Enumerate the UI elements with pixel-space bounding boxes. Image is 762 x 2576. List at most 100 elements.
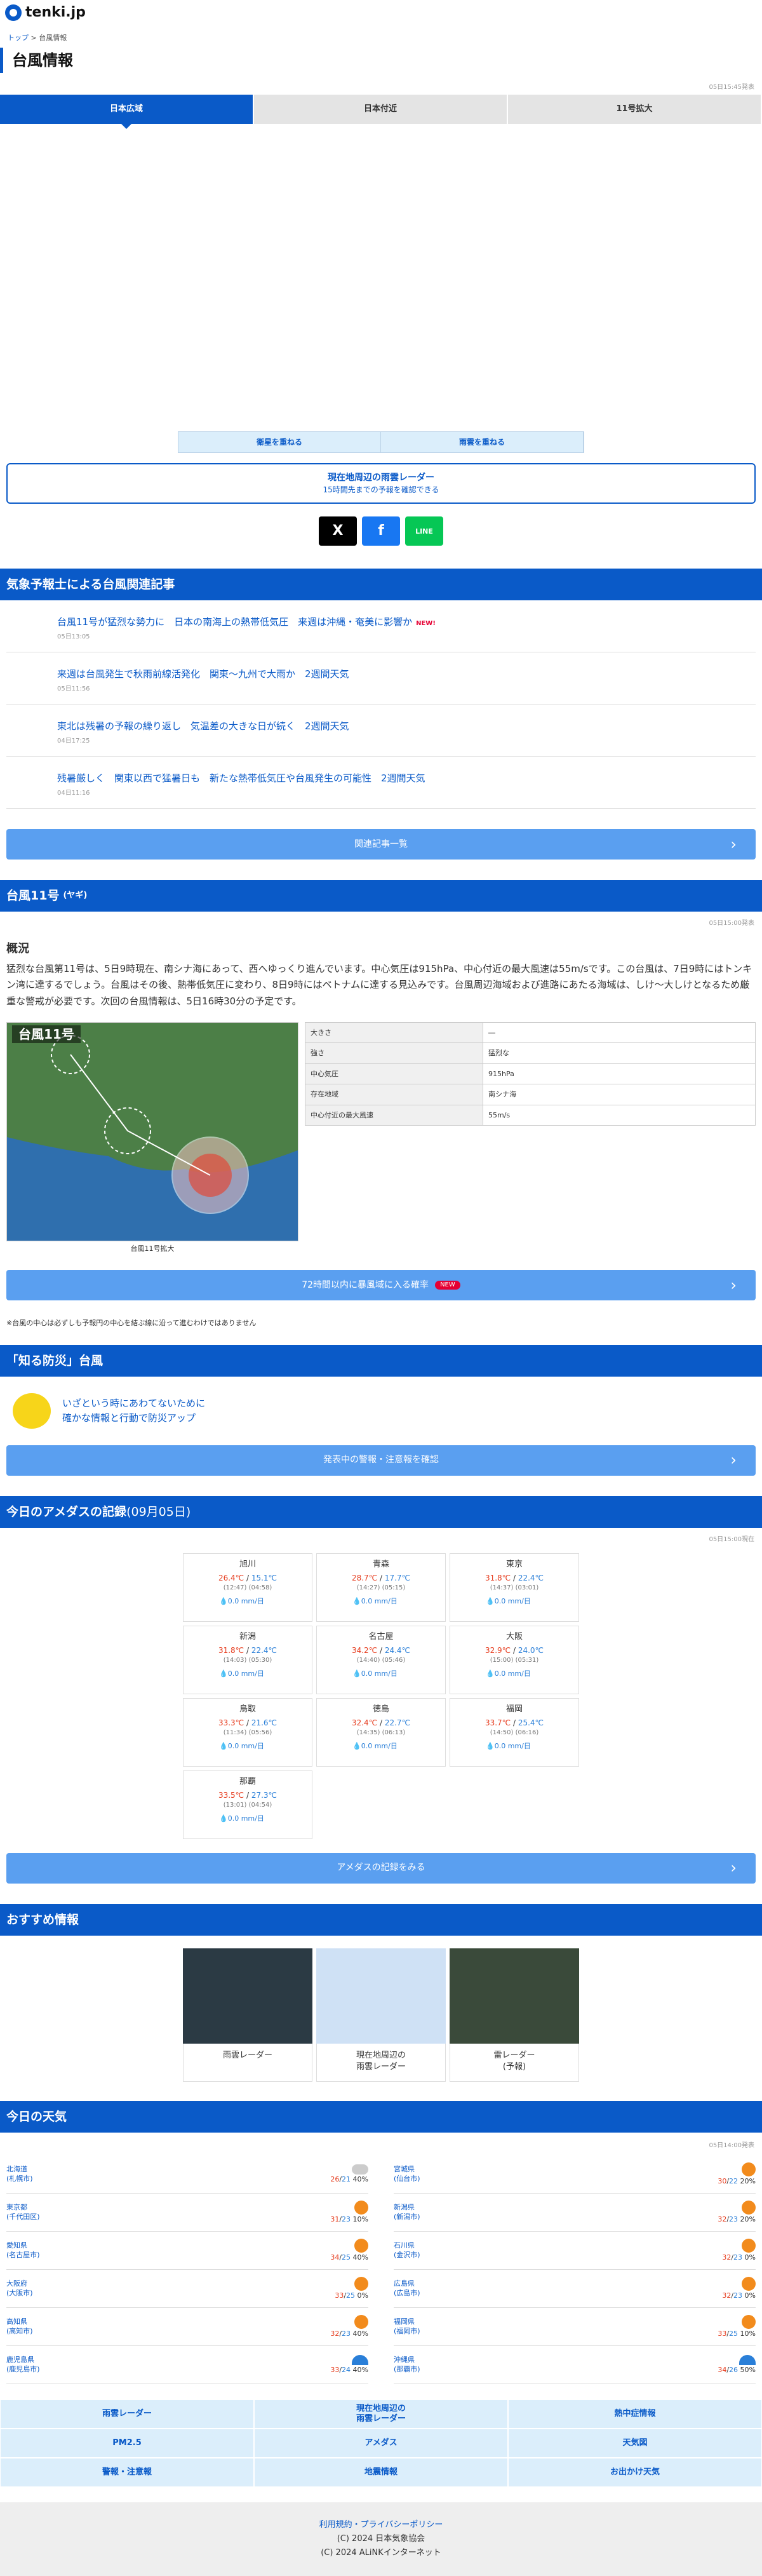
list-item[interactable]: 残暑厳しく 関東以西で猛暑日も 新たな熱帯低気圧や台風発生の可能性 2週間天気 0… [6, 757, 756, 809]
table-row[interactable]: 北海道 (札幌市) 26/21 40% [6, 2155, 368, 2194]
table-row[interactable]: 高知県 (高知市) 32/23 40% [6, 2308, 368, 2346]
weather-col-right: 宮城県 (仙台市) 30/22 20% 新潟県 (新潟市) 32/23 20% 石川県(… [394, 2155, 756, 2384]
footer: 利用規約・プライバシーポリシー (C) 2024 日本気象協会 (C) 2024… [0, 2502, 762, 2576]
nav-pm25[interactable]: PM2.5 [0, 2428, 254, 2458]
nav-amedas[interactable]: アメダス [254, 2428, 508, 2458]
amedas-card[interactable]: 旭川 26.4℃ / 15.1℃ (12:47) (04:58) 💧0.0 mm/日 [183, 1553, 312, 1622]
nav-weather-map[interactable]: 天気図 [508, 2428, 762, 2458]
amedas-card[interactable]: 東京 31.8℃ / 22.4℃ (14:37) (03:01) 💧0.0 mm/日 [450, 1553, 579, 1622]
breadcrumb: トップ > 台風情報 [8, 34, 67, 42]
rain-drop-icon: 💧0.0 mm/日 [352, 1669, 398, 1678]
table-row[interactable]: 広島県 (広島市) 32/23 0% [394, 2270, 756, 2308]
list-item[interactable]: 台風11号が猛烈な勢力に 日本の南海上の熱帯低気圧 来週は沖縄・奄美に影響か NE… [6, 600, 756, 653]
rain-drop-icon: 💧0.0 mm/日 [486, 1596, 531, 1605]
recommend-card[interactable]: 現在地周辺の 雨雲レーダー [316, 1948, 446, 2082]
list-item[interactable]: 来週は台風発生で秋雨前線活発化 関東〜九州で大雨か 2週間天気 05日11:56 [6, 652, 756, 705]
sun-icon [742, 2200, 756, 2215]
typhoon-info-table: 大きさ ― 強さ 猛烈な 中心気圧 915hPa 存在地域 南シナ海 中心付近の最大風速… [305, 1022, 756, 1256]
amedas-card[interactable]: 徳島 32.4℃ / 22.7℃ (14:35) (06:13) 💧0.0 mm/日 [316, 1697, 446, 1767]
bird-mascot-icon [13, 1393, 51, 1429]
sun-icon [742, 2276, 756, 2291]
storm-probability-button[interactable]: 72時間以内に暴風域に入る確率 NEW [6, 1270, 756, 1301]
sun-icon [742, 2314, 756, 2329]
rain-drop-icon: 💧0.0 mm/日 [219, 1814, 264, 1823]
amedas-card[interactable]: 鳥取 33.3℃ / 21.6℃ (11:34) (05:56) 💧0.0 mm/日 [183, 1697, 312, 1767]
logo-icon [5, 4, 22, 21]
typhoon-map[interactable] [0, 124, 762, 431]
sun-icon [354, 2314, 368, 2329]
table-row[interactable]: 東京都 (千代田区) 31/23 10% [6, 2194, 368, 2232]
recommend-card[interactable]: 雨雲レーダー [183, 1948, 312, 2082]
amedas-card[interactable]: 大阪 32.9℃ / 24.0℃ (15:00) (05:31) 💧0.0 mm/日 [450, 1625, 579, 1694]
terms-link[interactable]: 利用規約・プライバシーポリシー [319, 2519, 443, 2531]
table-row[interactable]: 新潟県 (新潟市) 32/23 20% [394, 2194, 756, 2232]
nav-rain-radar[interactable]: 雨雲レーダー [0, 2399, 254, 2429]
amedas-card[interactable]: 名古屋 34.2℃ / 24.4℃ (14:40) (05:46) 💧0.0 mm/日 [316, 1625, 446, 1694]
table-row[interactable]: 鹿児島県 (鹿児島市) 33/24 40% [6, 2346, 368, 2384]
share-buttons: X f LINE [0, 516, 762, 546]
recommend-list: 雨雲レーダー 現在地周辺の 雨雲レーダー 雷レーダー (予報) [0, 1948, 762, 2082]
table-row[interactable]: 愛知県 (名古屋市) 34/25 40% [6, 2232, 368, 2270]
rain-drop-icon: 💧0.0 mm/日 [486, 1669, 531, 1678]
section-today: 今日の天気 [0, 2100, 762, 2133]
logo[interactable]: tenki.jp [0, 0, 762, 25]
facebook-share-button[interactable]: f [362, 516, 400, 546]
umbrella-icon [739, 2354, 756, 2365]
tab-japan-near[interactable]: 日本付近 [254, 95, 508, 125]
local-radar-button[interactable]: 現在地周辺の雨雲レーダー 15時間先までの予報を確認できる [6, 463, 756, 504]
amedas-card[interactable]: 福岡 33.7℃ / 25.4℃ (14:50) (06:16) 💧0.0 mm/日 [450, 1697, 579, 1767]
rain-drop-icon: 💧0.0 mm/日 [219, 1596, 264, 1605]
typhoon-track-svg [7, 1023, 298, 1241]
table-row: 存在地域 南シナ海 [305, 1084, 756, 1105]
nav-warnings[interactable]: 警報・注意報 [0, 2457, 254, 2487]
typhoon-zoom-map[interactable]: 台風11号 [6, 1022, 298, 1242]
breadcrumb-top[interactable]: トップ [8, 34, 29, 42]
table-row[interactable]: 福岡県 (福岡市) 33/25 10% [394, 2308, 756, 2346]
x-share-button[interactable]: X [319, 516, 357, 546]
amedas-more-button[interactable]: アメダスの記録をみる [6, 1852, 756, 1884]
table-row: 中心気圧 915hPa [305, 1063, 756, 1085]
nav-heatstroke[interactable]: 熱中症情報 [508, 2399, 762, 2429]
page-title: 台風情報 [0, 48, 762, 74]
sun-icon [354, 2238, 368, 2253]
amedas-card[interactable]: 青森 28.7℃ / 17.7℃ (14:27) (05:15) 💧0.0 mm/日 [316, 1553, 446, 1622]
rain-drop-icon: 💧0.0 mm/日 [352, 1596, 398, 1605]
nav-local-radar[interactable]: 現在地周辺の 雨雲レーダー [254, 2399, 508, 2429]
sun-icon [742, 2162, 756, 2176]
recommend-card[interactable]: 雷レーダー (予報) [450, 1948, 579, 2082]
table-row[interactable]: 石川県 (金沢市) 32/23 0% [394, 2232, 756, 2270]
amedas-card[interactable]: 新潟 31.8℃ / 22.4℃ (14:03) (05:30) 💧0.0 mm/日 [183, 1625, 312, 1694]
tab-11-zoom[interactable]: 11号拡大 [508, 95, 762, 125]
bosai-link[interactable]: いざという時にあわてないために 確かな情報と行動で防災アップ [0, 1377, 762, 1445]
timestamp: 05日15:45発表 [709, 84, 754, 91]
radar-map-thumbnail [183, 1948, 312, 2044]
rain-drop-icon: 💧0.0 mm/日 [219, 1669, 264, 1678]
cloud-icon [352, 2164, 368, 2175]
thunder-radar-thumbnail [450, 1948, 579, 2044]
overview-heading: 概況 [6, 942, 29, 956]
table-row: 大きさ ― [305, 1022, 756, 1044]
tab-japan-wide[interactable]: 日本広域 [0, 95, 254, 130]
amedas-card[interactable]: 那覇 33.5℃ / 27.3℃ (13:01) (04:54) 💧0.0 mm/日 [183, 1770, 312, 1839]
rain-drop-icon: 💧0.0 mm/日 [352, 1741, 398, 1750]
overlay-toggles: 衛星を重ねる 雨雲を重ねる [178, 431, 584, 454]
list-item[interactable]: 東北は残暑の予報の繰り返し 気温差の大きな日が続く 2週間天気 04日17:25 [6, 705, 756, 757]
sun-icon [354, 2276, 368, 2291]
section-amedas: 今日のアメダスの記録 (09月05日) [0, 1495, 762, 1528]
satellite-overlay-button[interactable]: 衛星を重ねる [178, 432, 381, 453]
table-row[interactable]: 宮城県 (仙台市) 30/22 20% [394, 2155, 756, 2194]
umbrella-icon [352, 2354, 368, 2365]
rain-drop-icon: 💧0.0 mm/日 [219, 1741, 264, 1750]
new-badge: NEW [435, 1281, 460, 1290]
nav-outing[interactable]: お出かけ天気 [508, 2457, 762, 2487]
table-row[interactable]: 大阪府 (大阪市) 33/25 0% [6, 2270, 368, 2308]
articles-more-button[interactable]: 関連記事一覧 [6, 829, 756, 860]
table-row[interactable]: 沖縄県 (那覇市) 34/26 50% [394, 2346, 756, 2384]
sun-icon [354, 2200, 368, 2215]
nav-earthquake[interactable]: 地震情報 [254, 2457, 508, 2487]
section-articles: 気象予報士による台風関連記事 [0, 569, 762, 601]
sun-icon [742, 2238, 756, 2253]
warnings-button[interactable]: 発表中の警報・注意報を確認 [6, 1445, 756, 1476]
line-share-button[interactable]: LINE [405, 516, 443, 546]
rain-overlay-button[interactable]: 雨雲を重ねる [381, 432, 584, 453]
